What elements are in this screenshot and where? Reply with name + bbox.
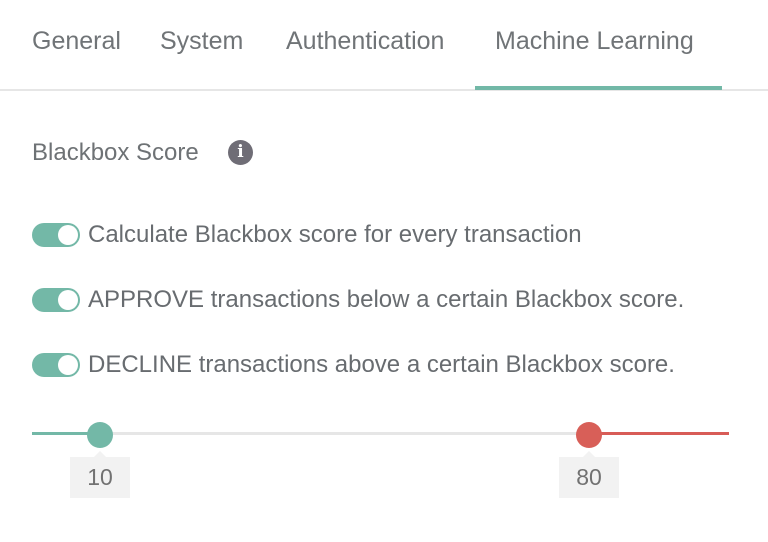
decline-threshold-value: 80 <box>559 451 619 498</box>
calculate-score-toggle[interactable] <box>32 223 80 247</box>
blackbox-score-slider[interactable] <box>32 422 729 448</box>
decline-label: DECLINE transactions above a certain Bla… <box>88 351 675 378</box>
calculate-score-setting: Calculate Blackbox score for every trans… <box>32 217 762 253</box>
settings-page: General System Authentication Machine Le… <box>0 0 768 542</box>
tab-machine-learning[interactable]: Machine Learning <box>495 24 694 58</box>
toggle-knob <box>58 225 78 245</box>
approve-threshold-value: 10 <box>70 451 130 498</box>
info-icon[interactable]: i <box>228 140 253 165</box>
approve-setting: APPROVE transactions below a certain Bla… <box>32 282 762 318</box>
tab-system[interactable]: System <box>160 24 243 58</box>
decline-range-track <box>589 432 729 435</box>
tab-general[interactable]: General <box>32 24 121 58</box>
decline-setting: DECLINE transactions above a certain Bla… <box>32 347 762 383</box>
approve-label: APPROVE transactions below a certain Bla… <box>88 286 685 313</box>
active-tab-indicator <box>475 86 722 90</box>
section-title: Blackbox Score <box>32 139 199 166</box>
tab-authentication[interactable]: Authentication <box>286 24 444 58</box>
calculate-score-label: Calculate Blackbox score for every trans… <box>88 221 582 248</box>
toggle-knob <box>58 355 78 375</box>
settings-tab-bar: General System Authentication Machine Le… <box>0 0 768 91</box>
decline-threshold-handle[interactable] <box>576 422 602 448</box>
decline-toggle[interactable] <box>32 353 80 377</box>
approve-threshold-handle[interactable] <box>87 422 113 448</box>
approve-toggle[interactable] <box>32 288 80 312</box>
toggle-knob <box>58 290 78 310</box>
